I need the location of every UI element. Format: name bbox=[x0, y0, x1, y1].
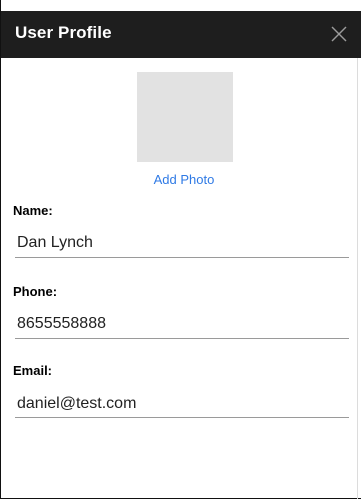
user-profile-window: User Profile Add Photo Name: Dan Lynch P… bbox=[0, 0, 361, 499]
name-underline bbox=[15, 257, 349, 258]
close-button[interactable] bbox=[326, 21, 352, 47]
email-underline bbox=[15, 417, 349, 418]
name-field[interactable]: Dan Lynch bbox=[17, 234, 93, 252]
phone-underline bbox=[15, 338, 349, 339]
email-label: Email: bbox=[13, 363, 53, 378]
content-divider bbox=[357, 58, 358, 499]
phone-field[interactable]: 8655558888 bbox=[17, 315, 106, 333]
profile-photo-placeholder[interactable] bbox=[137, 72, 233, 162]
phone-label: Phone: bbox=[13, 284, 58, 299]
add-photo-link[interactable]: Add Photo bbox=[1, 172, 361, 187]
window-title: User Profile bbox=[15, 23, 112, 42]
close-icon bbox=[331, 26, 347, 42]
title-bar: User Profile bbox=[1, 11, 361, 58]
email-field[interactable]: daniel@test.com bbox=[17, 395, 136, 413]
name-label: Name: bbox=[13, 203, 53, 218]
